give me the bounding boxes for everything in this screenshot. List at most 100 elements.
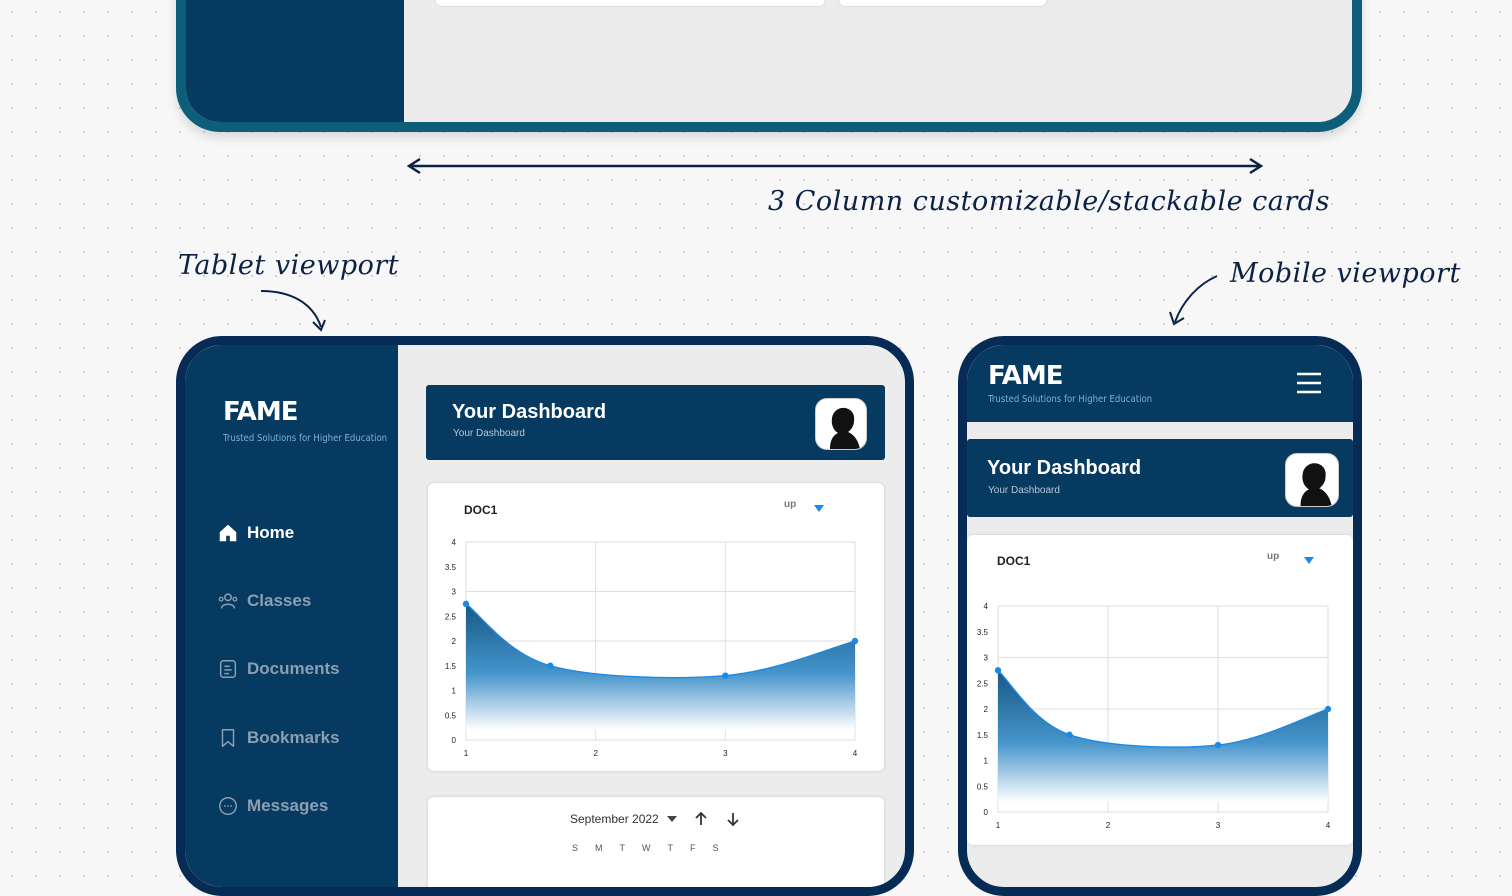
weekday-label: T xyxy=(619,843,626,853)
page-subtitle: Your Dashboard xyxy=(988,485,1060,496)
sidebar-item-documents[interactable]: Documents xyxy=(217,658,340,680)
x-tick-label: 3 xyxy=(1216,821,1221,830)
avatar-silhouette-icon xyxy=(1300,463,1332,506)
weekday-label: S xyxy=(572,843,579,853)
sidebar: FAME Trusted Solutions for Higher Educat… xyxy=(185,345,398,887)
y-tick-label: 3 xyxy=(452,588,457,597)
desktop-card-1 xyxy=(434,0,826,7)
caret-down-icon xyxy=(814,505,824,512)
chart-card-title: DOC1 xyxy=(464,503,498,517)
sidebar-item-label: Messages xyxy=(247,796,329,815)
y-tick-label: 4 xyxy=(452,538,457,547)
series-area xyxy=(466,603,855,730)
page-subtitle: Your Dashboard xyxy=(453,428,525,439)
data-point xyxy=(547,662,554,669)
bookmark-icon xyxy=(221,729,235,747)
fame-logo: FAME xyxy=(988,361,1064,391)
desktop-card-2 xyxy=(838,0,1048,7)
page-title: Your Dashboard xyxy=(987,457,1142,479)
chart-filter-dropdown[interactable] xyxy=(1303,556,1315,566)
sidebar-item-bookmarks[interactable]: Bookmarks xyxy=(217,727,340,749)
y-tick-label: 0 xyxy=(984,808,989,817)
caret-down-icon[interactable] xyxy=(666,815,677,823)
home-icon xyxy=(219,524,237,542)
x-tick-label: 3 xyxy=(723,749,728,758)
arrow-down-icon[interactable] xyxy=(725,811,741,827)
weekday-label: S xyxy=(712,843,719,853)
caret-down-icon xyxy=(1304,557,1314,564)
chart-card-title: DOC1 xyxy=(997,554,1031,568)
mobile-viewport: FAME Trusted Solutions for Higher Educat… xyxy=(958,336,1362,896)
y-tick-label: 0.5 xyxy=(445,711,457,720)
y-tick-label: 0.5 xyxy=(977,782,989,791)
hamburger-menu-icon[interactable] xyxy=(1296,371,1322,395)
sidebar-item-classes[interactable]: Classes xyxy=(217,590,311,612)
chart-area: 0 0.5 1 1.5 2 2.5 3 3.5 4 1 2 3 4 xyxy=(977,602,1332,830)
sidebar-item-label: Documents xyxy=(247,659,340,678)
sidebar-item-label: Classes xyxy=(247,591,312,610)
page-title: Your Dashboard xyxy=(452,401,607,423)
data-point xyxy=(1214,741,1222,749)
y-tick-label: 1 xyxy=(452,687,457,696)
mobile-annotation: Mobile viewport xyxy=(1230,258,1461,289)
chart-area: 0 0.5 1 1.5 2 2.5 3 3.5 4 1 2 3 4 xyxy=(445,538,859,758)
data-point xyxy=(1066,731,1073,738)
y-tick-label: 1.5 xyxy=(445,662,457,671)
data-point xyxy=(722,672,729,679)
y-tick-label: 3.5 xyxy=(977,628,989,637)
data-point xyxy=(851,637,859,645)
avatar[interactable] xyxy=(815,398,867,450)
weekday-label: M xyxy=(595,843,603,853)
y-tick-label: 0 xyxy=(452,736,457,745)
sidebar-item-home[interactable]: Home xyxy=(217,522,294,544)
sidebar-item-messages[interactable]: Messages xyxy=(217,795,328,817)
columns-annotation: 3 Column customizable/stackable cards xyxy=(768,186,1330,217)
calendar-card: September 2022 S M T W T F S xyxy=(428,797,884,887)
fame-logo: FAME xyxy=(223,397,299,427)
chart-filter-dropdown[interactable] xyxy=(813,504,825,514)
x-tick-label: 4 xyxy=(1326,821,1331,830)
calendar-toolbar: September 2022 xyxy=(570,811,741,827)
arrow-up-icon[interactable] xyxy=(693,811,709,827)
sidebar-item-label: Home xyxy=(247,523,295,542)
data-point xyxy=(462,600,470,608)
y-tick-label: 3.5 xyxy=(445,563,457,572)
message-icon xyxy=(219,797,237,815)
mobile-annotation-arrow xyxy=(1169,275,1218,326)
dashboard-header: Your Dashboard Your Dashboard xyxy=(426,385,885,460)
x-tick-label: 4 xyxy=(853,749,858,758)
x-tick-label: 2 xyxy=(1106,821,1111,830)
y-tick-label: 2.5 xyxy=(445,612,457,621)
y-tick-label: 1.5 xyxy=(977,731,989,740)
chart-filter-label: up xyxy=(1267,551,1280,562)
chart-card: DOC1 up 0 0.5 1 1.5 2 2.5 3 3.5 4 1 2 3 4 xyxy=(967,535,1353,845)
weekday-label: T xyxy=(667,843,674,853)
weekday-label: F xyxy=(690,843,696,853)
brand-tagline: Trusted Solutions for Higher Education xyxy=(988,394,1153,405)
avatar-silhouette-icon xyxy=(830,407,860,449)
width-arrow xyxy=(406,157,1264,175)
brand-tagline: Trusted Solutions for Higher Education xyxy=(223,433,388,444)
mobile-topbar: FAME Trusted Solutions for Higher Educat… xyxy=(967,345,1353,422)
users-icon xyxy=(218,593,238,609)
calendar-weekdays: S M T W T F S xyxy=(572,843,719,853)
x-tick-label: 1 xyxy=(996,821,1001,830)
y-tick-label: 1 xyxy=(984,757,989,766)
avatar[interactable] xyxy=(1285,453,1339,507)
x-tick-label: 1 xyxy=(464,749,469,758)
chart-filter-label: up xyxy=(784,499,797,510)
dashboard-header: Your Dashboard Your Dashboard xyxy=(967,439,1353,517)
desktop-sidebar xyxy=(186,0,404,122)
y-tick-label: 3 xyxy=(984,654,989,663)
y-tick-label: 2.5 xyxy=(977,679,989,688)
chart-card: DOC1 up 0 0.5 1 1.5 2 2.5 3 3.5 4 1 2 3 4 xyxy=(428,483,884,771)
weekday-label: W xyxy=(642,843,651,853)
tablet-viewport: FAME Trusted Solutions for Higher Educat… xyxy=(176,336,914,896)
calendar-month-select[interactable]: September 2022 xyxy=(570,812,659,826)
y-tick-label: 2 xyxy=(452,637,457,646)
y-tick-label: 4 xyxy=(984,602,989,611)
data-point xyxy=(994,667,1002,674)
tablet-annotation: Tablet viewport xyxy=(178,250,400,281)
tablet-annotation-arrow xyxy=(260,290,326,332)
desktop-viewport-frame xyxy=(176,0,1362,132)
